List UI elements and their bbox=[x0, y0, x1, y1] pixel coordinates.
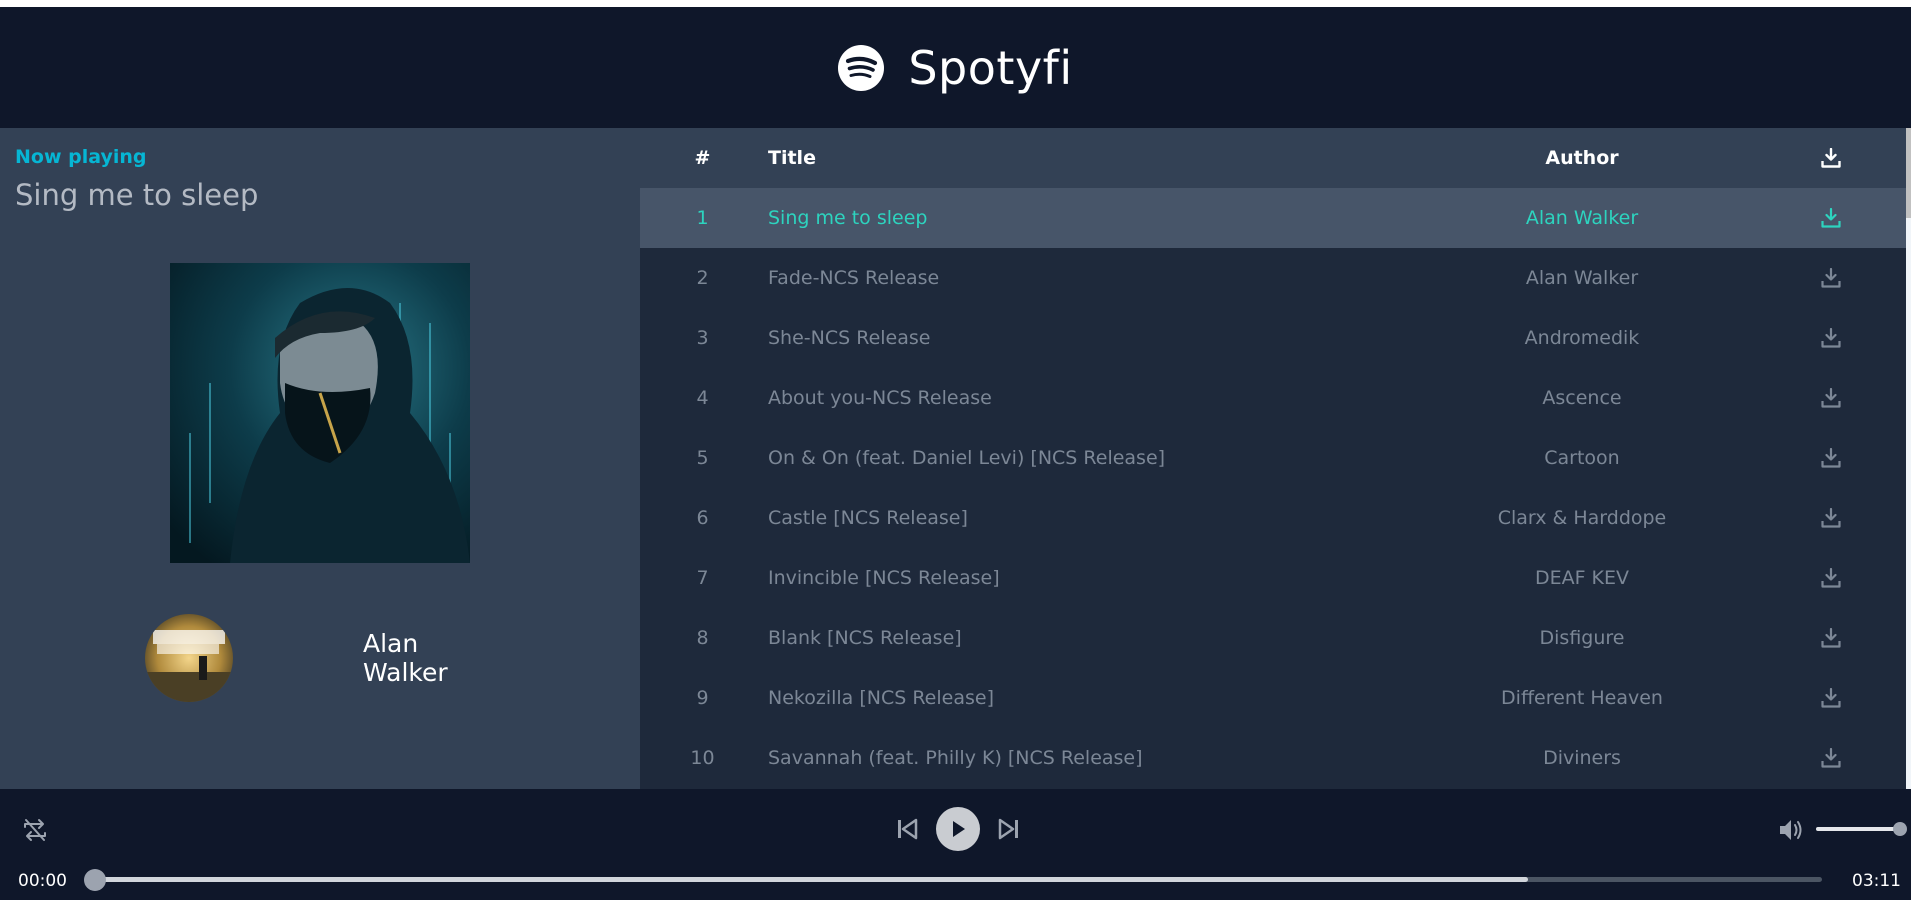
track-author[interactable]: Different Heaven bbox=[1462, 668, 1702, 728]
volume-icon[interactable] bbox=[1777, 816, 1805, 844]
download-icon bbox=[1821, 568, 1841, 588]
download-button[interactable] bbox=[1816, 248, 1846, 308]
next-icon[interactable] bbox=[994, 814, 1024, 844]
track-number: 6 bbox=[696, 507, 709, 529]
track-author[interactable]: Ascence bbox=[1462, 368, 1702, 428]
download-icon bbox=[1821, 448, 1841, 468]
download-button[interactable] bbox=[1816, 608, 1846, 668]
header-title[interactable]: Title bbox=[768, 128, 1568, 188]
download-icon bbox=[1821, 748, 1841, 768]
table-row[interactable]: 3 She-NCS Release Andromedik bbox=[640, 308, 1906, 368]
repeat-off-icon[interactable] bbox=[20, 815, 50, 845]
download-button[interactable] bbox=[1816, 488, 1846, 548]
download-icon bbox=[1821, 508, 1841, 528]
track-author[interactable]: DEAF KEV bbox=[1462, 548, 1702, 608]
now-playing-label: Now playing bbox=[15, 146, 147, 168]
window-top-strip bbox=[0, 0, 1911, 7]
track-table: # Title Author 1 Sing me to sleep Alan Wal… bbox=[640, 128, 1906, 789]
download-button[interactable] bbox=[1816, 368, 1846, 428]
track-author[interactable]: Alan Walker bbox=[1462, 248, 1702, 308]
download-button[interactable] bbox=[1816, 728, 1846, 788]
download-icon bbox=[1821, 208, 1841, 228]
app-header: Spotyfi bbox=[0, 7, 1911, 128]
track-title[interactable]: She-NCS Release bbox=[768, 308, 1568, 368]
track-number: 2 bbox=[696, 267, 709, 289]
table-header: # Title Author bbox=[640, 128, 1906, 188]
table-row[interactable]: 4 About you-NCS Release Ascence bbox=[640, 368, 1906, 428]
app-title: Spotyfi bbox=[908, 40, 1073, 95]
download-button[interactable] bbox=[1816, 428, 1846, 488]
track-author[interactable]: Disfigure bbox=[1462, 608, 1702, 668]
track-title[interactable]: Sing me to sleep bbox=[768, 188, 1568, 248]
track-title[interactable]: Invincible [NCS Release] bbox=[768, 548, 1568, 608]
play-icon bbox=[953, 821, 965, 837]
track-title[interactable]: Fade-NCS Release bbox=[768, 248, 1568, 308]
download-icon bbox=[1821, 388, 1841, 408]
download-icon bbox=[1821, 688, 1841, 708]
total-time: 03:11 bbox=[1852, 871, 1901, 891]
download-icon bbox=[1821, 148, 1841, 168]
track-author[interactable]: Diviners bbox=[1462, 728, 1702, 788]
table-row[interactable]: 10 Savannah (feat. Philly K) [NCS Release… bbox=[640, 728, 1906, 788]
track-title[interactable]: On & On (feat. Daniel Levi) [NCS Release… bbox=[768, 428, 1568, 488]
table-row[interactable]: 8 Blank [NCS Release] Disfigure bbox=[640, 608, 1906, 668]
track-title[interactable]: Blank [NCS Release] bbox=[768, 608, 1568, 668]
now-playing-panel: Now playing Sing me to sleep Alan Walker bbox=[0, 128, 640, 789]
progress-buffered bbox=[95, 877, 1529, 882]
track-title[interactable]: Savannah (feat. Philly K) [NCS Release] bbox=[768, 728, 1568, 788]
spotify-logo-icon bbox=[838, 44, 885, 91]
track-number: 7 bbox=[696, 567, 709, 589]
album-cover bbox=[170, 263, 470, 563]
download-button[interactable] bbox=[1816, 308, 1846, 368]
download-icon bbox=[1821, 268, 1841, 288]
track-author[interactable]: Cartoon bbox=[1462, 428, 1702, 488]
play-button[interactable] bbox=[936, 807, 980, 851]
app-logo[interactable]: Spotyfi bbox=[838, 41, 1072, 95]
header-number: # bbox=[694, 147, 711, 169]
artist-row: Alan Walker bbox=[145, 613, 505, 703]
header-download-all[interactable] bbox=[1816, 128, 1846, 188]
track-number: 3 bbox=[696, 327, 709, 349]
table-row[interactable]: 2 Fade-NCS Release Alan Walker bbox=[640, 248, 1906, 308]
track-number: 9 bbox=[696, 687, 709, 709]
previous-icon[interactable] bbox=[892, 814, 922, 844]
track-list-scrollbar[interactable] bbox=[1906, 128, 1911, 789]
artist-avatar[interactable] bbox=[145, 614, 233, 702]
track-author[interactable]: Clarx & Harddope bbox=[1462, 488, 1702, 548]
track-title[interactable]: Nekozilla [NCS Release] bbox=[768, 668, 1568, 728]
volume-slider-knob[interactable] bbox=[1893, 822, 1907, 836]
download-button[interactable] bbox=[1816, 668, 1846, 728]
album-cover-art bbox=[170, 263, 470, 563]
track-number: 4 bbox=[696, 387, 709, 409]
track-number: 8 bbox=[696, 627, 709, 649]
playback-controls bbox=[892, 807, 1024, 851]
track-author[interactable]: Andromedik bbox=[1462, 308, 1702, 368]
track-number: 10 bbox=[690, 747, 715, 769]
progress-knob[interactable] bbox=[84, 869, 106, 891]
current-time: 00:00 bbox=[18, 871, 67, 891]
download-icon bbox=[1821, 628, 1841, 648]
download-icon bbox=[1821, 328, 1841, 348]
artist-name[interactable]: Alan Walker bbox=[363, 629, 505, 687]
album-thumbnail bbox=[145, 614, 233, 702]
player-bar: 00:00 03:11 bbox=[0, 789, 1911, 900]
track-number: 1 bbox=[696, 207, 709, 229]
track-title[interactable]: Castle [NCS Release] bbox=[768, 488, 1568, 548]
now-playing-title: Sing me to sleep bbox=[15, 178, 259, 212]
progress-bar[interactable] bbox=[84, 869, 1822, 891]
scrollbar-thumb[interactable] bbox=[1906, 128, 1911, 218]
table-row[interactable]: 7 Invincible [NCS Release] DEAF KEV bbox=[640, 548, 1906, 608]
table-row[interactable]: 1 Sing me to sleep Alan Walker bbox=[640, 188, 1906, 248]
download-button[interactable] bbox=[1816, 188, 1846, 248]
table-row[interactable]: 6 Castle [NCS Release] Clarx & Harddope bbox=[640, 488, 1906, 548]
header-author[interactable]: Author bbox=[1462, 128, 1702, 188]
track-title[interactable]: About you-NCS Release bbox=[768, 368, 1568, 428]
track-author[interactable]: Alan Walker bbox=[1462, 188, 1702, 248]
table-row[interactable]: 5 On & On (feat. Daniel Levi) [NCS Releas… bbox=[640, 428, 1906, 488]
volume-slider[interactable] bbox=[1816, 822, 1907, 836]
download-button[interactable] bbox=[1816, 548, 1846, 608]
table-row[interactable]: 9 Nekozilla [NCS Release] Different Heaven bbox=[640, 668, 1906, 728]
track-number: 5 bbox=[696, 447, 709, 469]
